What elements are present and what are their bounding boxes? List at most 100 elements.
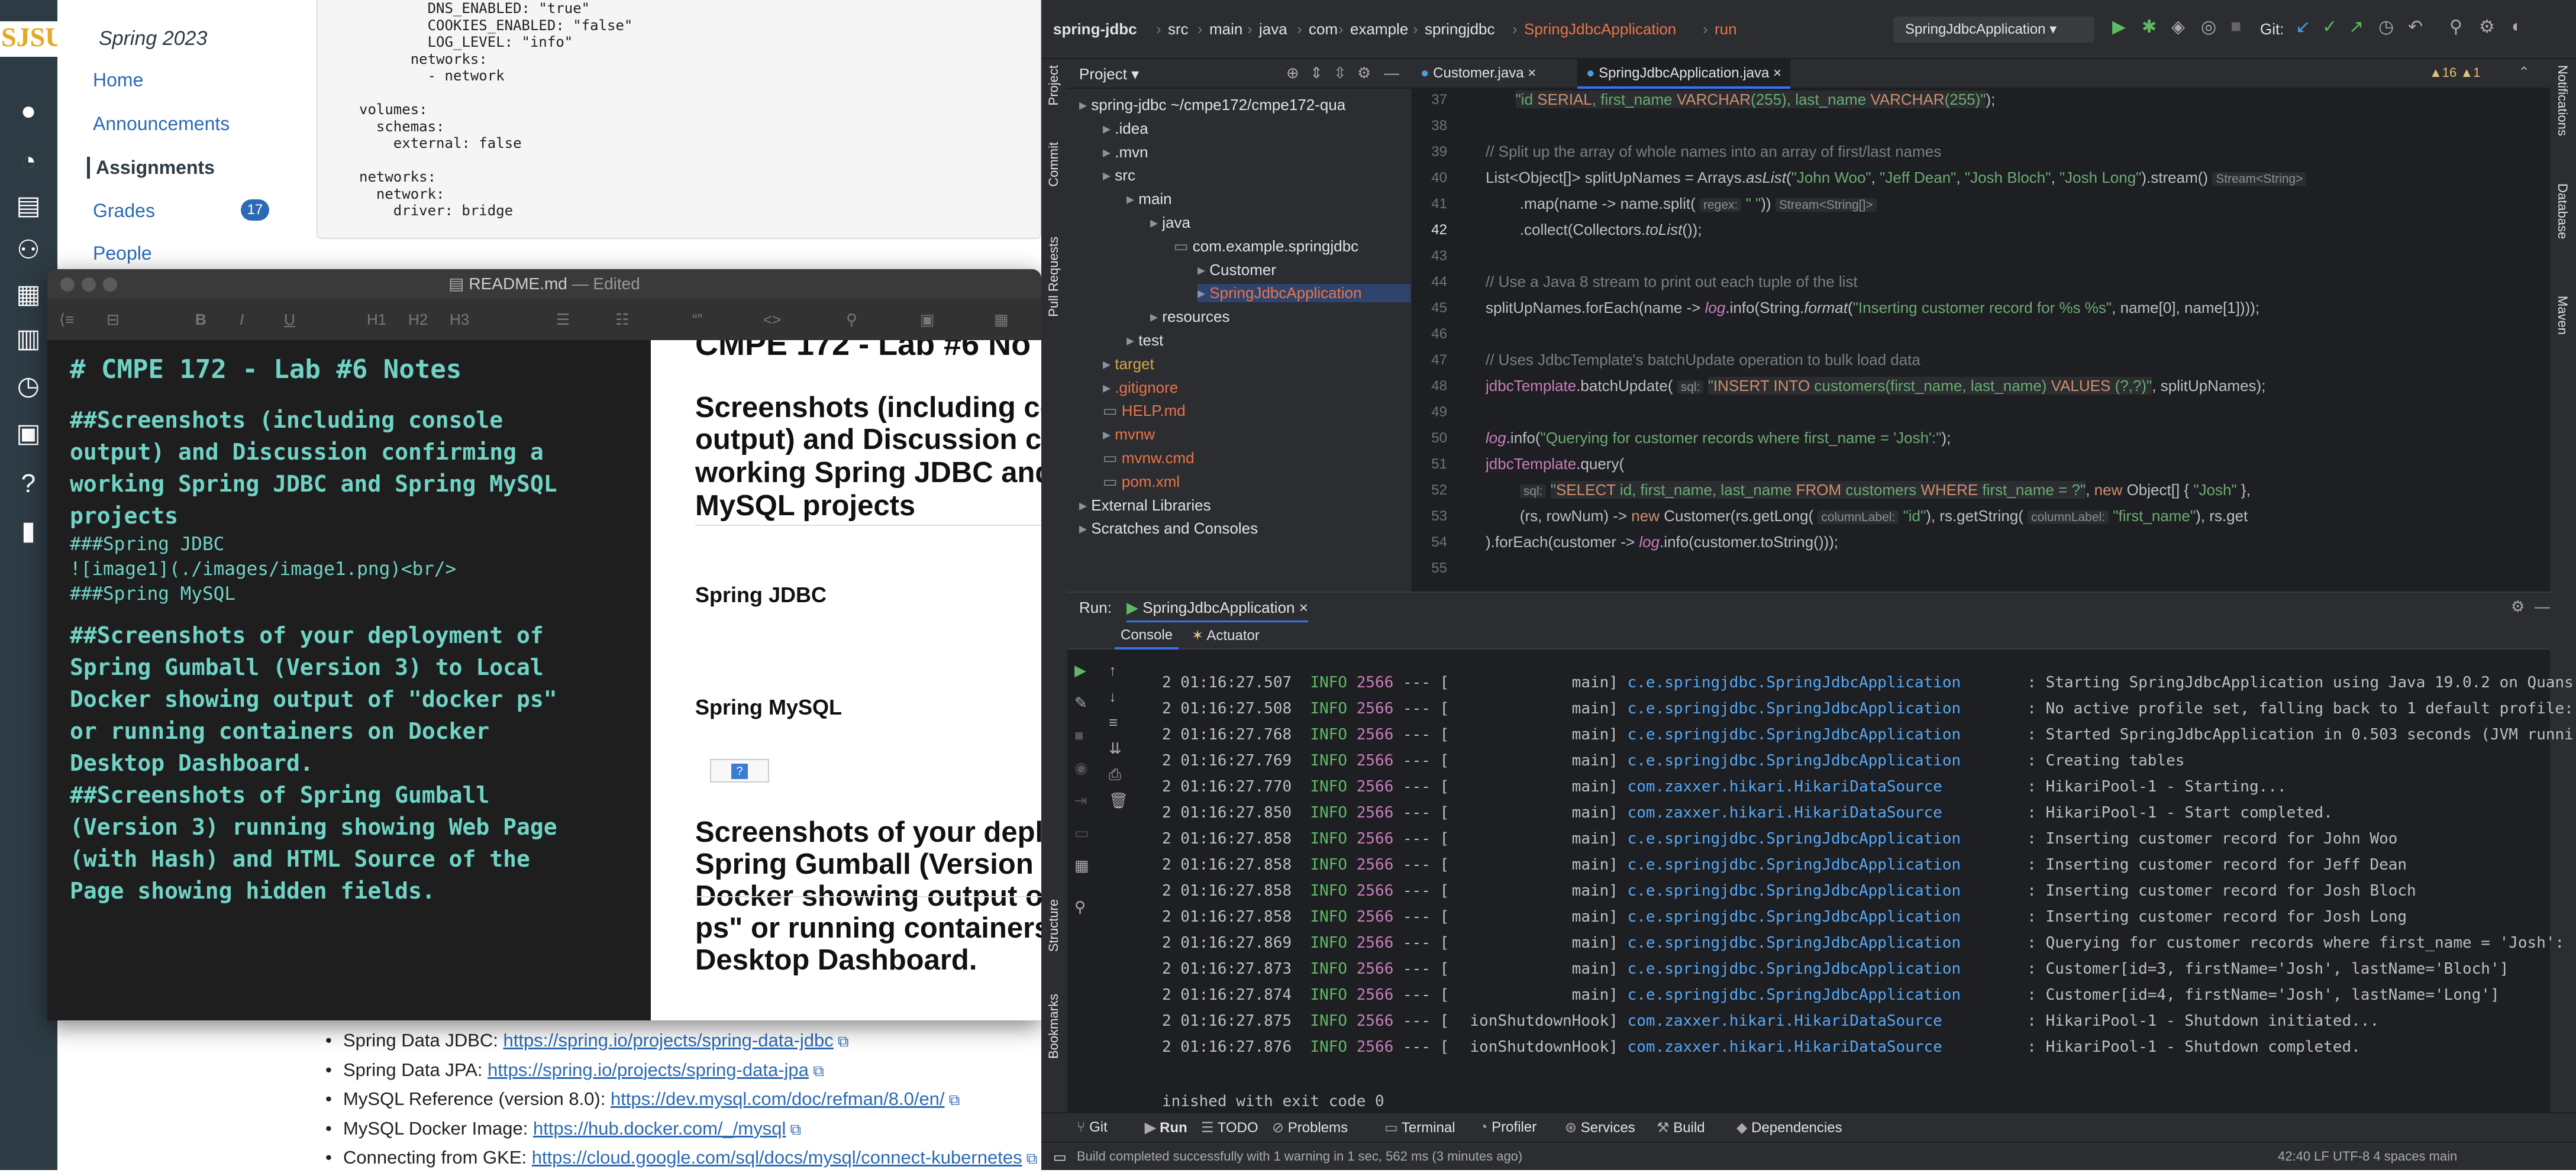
breadcrumb-item[interactable]: src: [1168, 20, 1189, 38]
settings-icon[interactable]: ⚙: [2479, 17, 2495, 37]
layout-grid-icon[interactable]: ▦: [1074, 857, 1089, 875]
sjsu-logo[interactable]: SJSU: [0, 21, 64, 57]
git-update-icon[interactable]: ↙: [2296, 17, 2310, 37]
external-link-icon[interactable]: ⧉: [1022, 1149, 1038, 1167]
tree-item[interactable]: ▸ java: [1150, 214, 1190, 232]
nav-grades[interactable]: Grades: [93, 200, 155, 222]
tree-item[interactable]: ▭ HELP.md: [1103, 402, 1186, 420]
soft-wrap-icon[interactable]: ≡: [1109, 713, 1118, 732]
studio-icon[interactable]: ▣: [11, 417, 46, 450]
console-output[interactable]: 2 01:16:27.507 INFO 2566 --- [main] c.e.…: [1162, 670, 2574, 1060]
calendar-icon[interactable]: ▦: [11, 278, 46, 311]
table-icon[interactable]: ▦: [994, 311, 1009, 329]
tree-item[interactable]: ▭ mvnw.cmd: [1103, 449, 1195, 467]
breadcrumb-item[interactable]: example: [1350, 20, 1408, 38]
breadcrumb-item[interactable]: SpringJdbcApplication: [1524, 20, 1676, 38]
stop-icon[interactable]: ■: [1074, 726, 1084, 745]
tree-item[interactable]: ▸ External Libraries: [1079, 496, 1211, 515]
groups-icon[interactable]: ⚇: [11, 234, 46, 267]
breadcrumb-item[interactable]: springjdbc: [1425, 20, 1495, 38]
exit-icon[interactable]: ⇥: [1074, 791, 1087, 810]
link-icon[interactable]: ⚲: [846, 311, 857, 329]
expand-icon[interactable]: ⇕: [1310, 64, 1323, 82]
stop-icon[interactable]: ■: [2230, 17, 2241, 37]
tree-item[interactable]: ▸ .gitignore: [1103, 379, 1178, 397]
history-icon[interactable]: ◷: [2378, 17, 2394, 37]
bottom-tab[interactable]: ☰ TODO: [1201, 1119, 1258, 1136]
tree-item[interactable]: ▭ pom.xml: [1103, 473, 1180, 491]
zoom-button[interactable]: [103, 277, 117, 292]
hide-icon[interactable]: —: [1384, 64, 1399, 82]
actuator-tab[interactable]: ✶ Actuator: [1192, 627, 1260, 644]
trash-icon[interactable]: 🗑: [1109, 791, 1128, 810]
console-tab[interactable]: Console: [1115, 627, 1179, 649]
side-tool-tab[interactable]: Notifications: [2555, 65, 2570, 136]
scroll-to-end-icon[interactable]: ⇊: [1109, 739, 1122, 758]
project-dropdown[interactable]: Project ▾: [1079, 65, 1139, 83]
nav-people[interactable]: People: [93, 243, 152, 264]
tree-item[interactable]: ▸ spring-jdbc ~/cmpe172/cmpe172-qua: [1079, 96, 1345, 114]
side-tool-tab[interactable]: Bookmarks: [1046, 994, 1061, 1059]
assistant-icon[interactable]: ◐: [2512, 17, 2522, 37]
scroll-down-icon[interactable]: ↓: [1109, 687, 1116, 706]
side-tool-tab[interactable]: Commit: [1046, 142, 1061, 187]
account-icon[interactable]: ●: [11, 95, 46, 128]
print-icon[interactable]: ⎙: [1109, 765, 1121, 784]
settings-icon[interactable]: ⚙: [1357, 64, 1371, 82]
git-push-icon[interactable]: ↗: [2349, 17, 2364, 37]
git-commit-icon[interactable]: ✓: [2322, 17, 2337, 37]
side-tool-tab[interactable]: Maven: [2555, 296, 2570, 335]
tree-item[interactable]: ▸ mvnw: [1103, 425, 1155, 444]
tree-item[interactable]: ▸ test: [1126, 331, 1163, 350]
external-link-icon[interactable]: ⧉: [834, 1032, 849, 1050]
nav-announcements[interactable]: Announcements: [93, 113, 230, 135]
layout-icon[interactable]: ▭: [1074, 824, 1089, 842]
tree-item[interactable]: ▸ SpringJdbcApplication: [1197, 284, 1410, 303]
profile-icon[interactable]: ◎: [2201, 17, 2216, 37]
outline-icon[interactable]: ⊟: [106, 311, 120, 329]
search-icon[interactable]: ⚲: [2449, 17, 2462, 37]
tree-item[interactable]: ▸ .idea: [1103, 119, 1148, 138]
tree-item[interactable]: ▸ src: [1103, 166, 1135, 185]
reference-link[interactable]: https://cloud.google.com/sql/docs/mysql/…: [532, 1147, 1022, 1168]
close-button[interactable]: [60, 277, 75, 292]
bottom-tab[interactable]: ▶ Run: [1145, 1119, 1187, 1136]
breadcrumb-item[interactable]: spring-jdbc: [1053, 20, 1137, 38]
help-icon[interactable]: ?: [11, 467, 46, 500]
coverage-icon[interactable]: ◈: [2171, 17, 2185, 37]
h3-button[interactable]: H3: [450, 311, 469, 329]
library-icon[interactable]: ▮: [11, 515, 46, 548]
courses-icon[interactable]: ▤: [11, 189, 46, 222]
bottom-tab[interactable]: ⊘ Problems: [1272, 1119, 1348, 1136]
code-area[interactable]: "id SERIAL, first_name VARCHAR(255), las…: [1486, 89, 2550, 592]
code-editor[interactable]: ● Customer.java × ● SpringJdbcApplicatio…: [1412, 59, 2550, 592]
underline-button[interactable]: U: [284, 311, 295, 329]
bottom-tab[interactable]: ◆ Dependencies: [1736, 1119, 1842, 1136]
run-tab[interactable]: ▶ SpringJdbcApplication ×: [1126, 599, 1308, 623]
bottom-tab[interactable]: ◔ Profiler: [1479, 1119, 1536, 1136]
locate-icon[interactable]: ⊕: [1286, 64, 1299, 82]
tab-customer[interactable]: ● Customer.java ×: [1421, 65, 1536, 82]
breadcrumb-item[interactable]: com: [1309, 20, 1338, 38]
external-link-icon[interactable]: ⧉: [786, 1120, 802, 1138]
scroll-up-icon[interactable]: ↑: [1109, 661, 1116, 680]
dashboard-icon[interactable]: ◔: [11, 145, 46, 178]
collapse-icon[interactable]: ⇳: [1334, 64, 1347, 82]
breadcrumb-item[interactable]: main: [1209, 20, 1242, 38]
tree-item[interactable]: ▸ Scratches and Consoles: [1079, 519, 1258, 538]
h1-button[interactable]: H1: [367, 311, 386, 329]
run-icon[interactable]: ▶: [2112, 17, 2126, 37]
external-link-icon[interactable]: ⧉: [809, 1062, 824, 1080]
side-tool-tab[interactable]: Project: [1046, 65, 1061, 105]
bottom-tab[interactable]: ⑂ Git: [1077, 1119, 1108, 1136]
run-config-selector[interactable]: SpringJdbcApplication ▾: [1893, 17, 2094, 43]
hide-icon[interactable]: —: [2535, 597, 2550, 616]
side-tool-tab[interactable]: Pull Requests: [1046, 237, 1061, 317]
history-icon[interactable]: ◷: [11, 370, 46, 403]
settings-icon[interactable]: ⚙: [2511, 597, 2525, 616]
nav-assignments[interactable]: Assignments: [87, 157, 215, 179]
bottom-tab[interactable]: ⚒ Build: [1657, 1119, 1705, 1136]
wrench-icon[interactable]: ✎: [1074, 694, 1087, 712]
breadcrumb-item[interactable]: run: [1715, 20, 1737, 38]
tab-springjdbcapplication[interactable]: ● SpringJdbcApplication.java ×: [1577, 59, 1791, 89]
